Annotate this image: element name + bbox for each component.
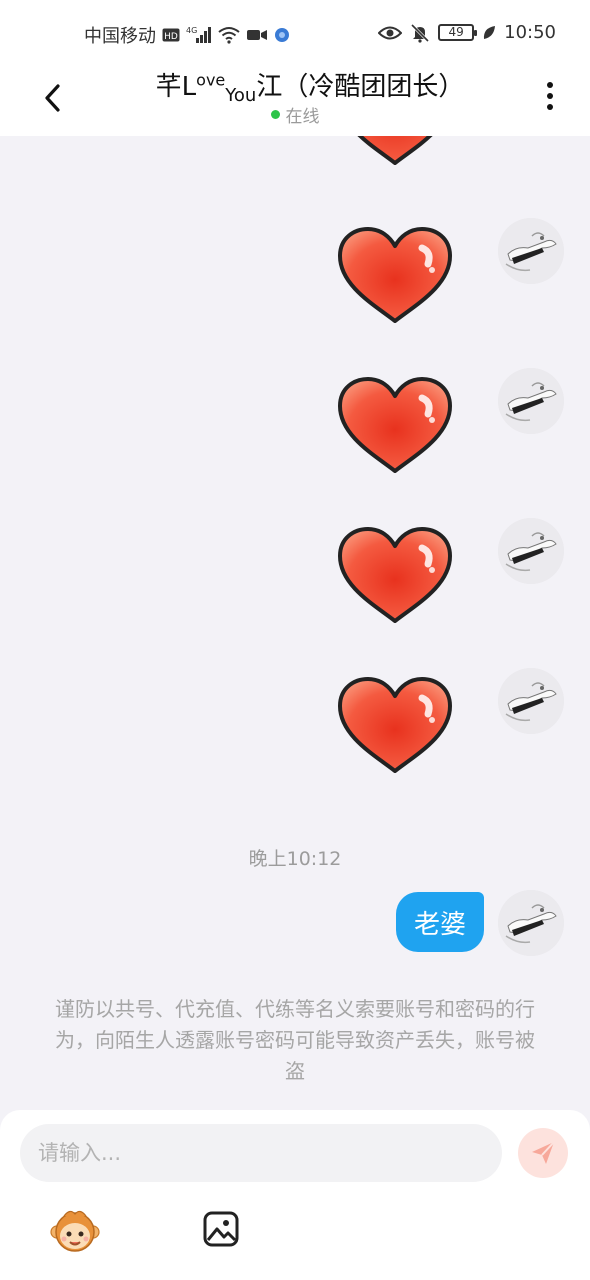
signal-icon: 4G bbox=[186, 26, 212, 44]
online-label: 在线 bbox=[285, 107, 320, 127]
status-bar: 中国移动 HD 4G 49 10:50 bbox=[0, 0, 590, 62]
svg-text:4G: 4G bbox=[186, 26, 197, 35]
online-dot bbox=[270, 110, 280, 119]
avatar[interactable] bbox=[498, 218, 564, 284]
more-options-button[interactable] bbox=[532, 76, 568, 116]
send-icon bbox=[532, 1141, 555, 1164]
title-part-2: 江（冷酷团团长） bbox=[256, 72, 465, 102]
avatar[interactable] bbox=[498, 368, 564, 434]
chat-title: 芊LoveYou江（冷酷团团长） bbox=[100, 66, 520, 106]
app-icon bbox=[274, 27, 290, 43]
message-timestamp: 晚上10:12 bbox=[248, 848, 342, 870]
heart-sticker[interactable] bbox=[336, 526, 454, 626]
heart-sticker[interactable] bbox=[336, 676, 454, 776]
hd-icon: HD bbox=[162, 28, 180, 42]
status-right: 49 10:50 bbox=[378, 22, 556, 43]
heart-sticker[interactable] bbox=[336, 376, 454, 476]
wifi-icon bbox=[218, 26, 240, 44]
battery-icon: 49 bbox=[438, 24, 478, 41]
heart-sticker[interactable] bbox=[336, 226, 454, 326]
video-icon bbox=[246, 27, 268, 43]
image-button[interactable] bbox=[202, 1210, 240, 1248]
monkey-emoji-button[interactable] bbox=[50, 1208, 100, 1254]
avatar[interactable] bbox=[498, 668, 564, 734]
eye-icon bbox=[378, 25, 403, 41]
heart-sticker[interactable] bbox=[336, 136, 454, 168]
svg-text:HD: HD bbox=[164, 32, 178, 42]
online-status: 在线 bbox=[0, 102, 590, 127]
leaf-icon bbox=[482, 25, 496, 41]
security-notice: 谨防以共号、代充值、代练等名义索要账号和密码的行为，向陌生人透露账号密码可能导致… bbox=[55, 997, 535, 1083]
message-bubble[interactable]: 老婆 bbox=[395, 892, 484, 952]
clock: 10:50 bbox=[504, 22, 556, 43]
composer-bar bbox=[0, 1110, 590, 1280]
chat-area[interactable]: 晚上10:12 老婆 谨防以共号、代充值、代练等名义索要账号和密码的行为，向陌生… bbox=[0, 136, 590, 1111]
mute-bell-icon bbox=[410, 23, 430, 43]
image-icon bbox=[203, 1211, 239, 1247]
avatar[interactable] bbox=[498, 890, 564, 956]
chat-header: 芊LoveYou江（冷酷团团长） 在线 bbox=[0, 62, 590, 136]
more-vertical-icon bbox=[547, 82, 553, 110]
title-sup: ove bbox=[196, 70, 226, 90]
avatar[interactable] bbox=[498, 518, 564, 584]
carrier-label: 中国移动 bbox=[84, 26, 156, 47]
status-left: 中国移动 HD 4G bbox=[84, 22, 290, 48]
send-button[interactable] bbox=[518, 1128, 568, 1178]
monkey-emoji-icon bbox=[50, 1210, 100, 1252]
title-part-1: 芊L bbox=[155, 72, 197, 102]
message-input[interactable] bbox=[20, 1124, 502, 1182]
